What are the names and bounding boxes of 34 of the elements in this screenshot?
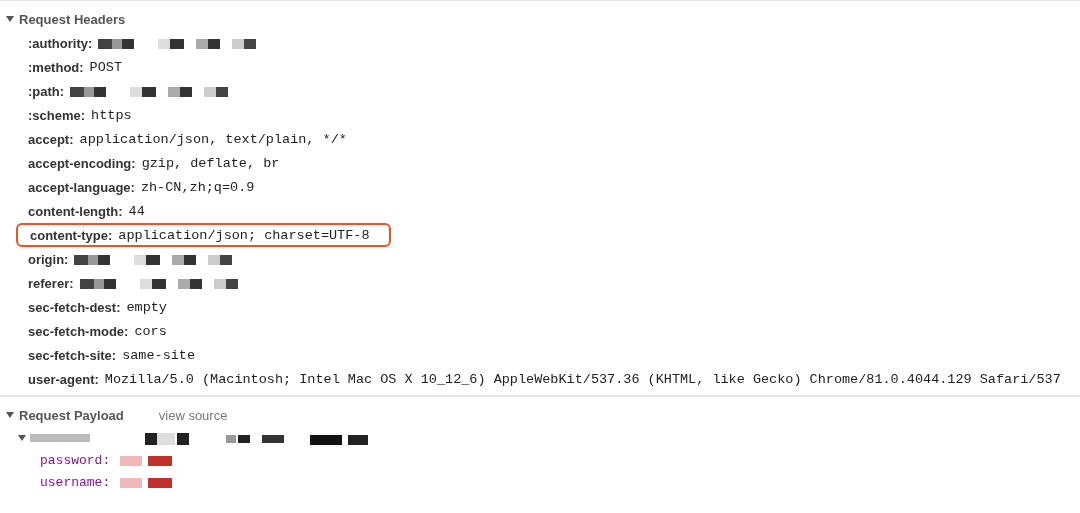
payload-key: username: (40, 474, 111, 490)
header-name: :scheme: (28, 107, 86, 123)
disclosure-triangle-icon[interactable] (6, 411, 14, 419)
header-name: user-agent: (28, 371, 99, 387)
header-name: accept: (28, 131, 74, 147)
header-value: POST (89, 59, 122, 75)
header-name: content-length: (28, 203, 123, 219)
disclosure-triangle-icon[interactable] (6, 15, 14, 23)
header-value: same-site (122, 347, 196, 363)
header-name: :path: (28, 83, 65, 99)
header-name: origin: (28, 251, 69, 267)
header-name: :authority: (28, 35, 93, 51)
header-value: https (91, 107, 132, 123)
header-value: cors (134, 323, 167, 339)
header-value: zh-CN,zh;q=0.9 (140, 179, 255, 195)
header-name: sec-fetch-site: (28, 347, 117, 363)
header-value: application/json; charset=UTF-8 (118, 227, 370, 243)
header-value: empty (126, 299, 167, 315)
header-value: gzip, deflate, br (141, 155, 280, 171)
view-source-link[interactable]: view source (158, 407, 228, 423)
header-name: accept-encoding: (28, 155, 136, 171)
section-title: Request Headers (19, 11, 126, 27)
expand-triangle-icon[interactable] (18, 434, 26, 442)
header-value: 44 (128, 203, 145, 219)
header-value: application/json, text/plain, */* (79, 131, 347, 147)
header-name: sec-fetch-dest: (28, 299, 121, 315)
header-name: :method: (28, 59, 84, 75)
payload-key: password: (40, 452, 111, 468)
header-name: referer: (28, 275, 74, 291)
header-name: sec-fetch-mode: (28, 323, 129, 339)
header-name: content-type: (30, 227, 113, 243)
header-value: Mozilla/5.0 (Macintosh; Intel Mac OS X 10_12_6) AppleWebKit/537.36 (KHTML, like Gecko) Chrome/81.0.4044.129 Safari/537 (104, 371, 1061, 387)
section-title: Request Payload (19, 407, 124, 423)
header-name: accept-language: (28, 179, 135, 195)
